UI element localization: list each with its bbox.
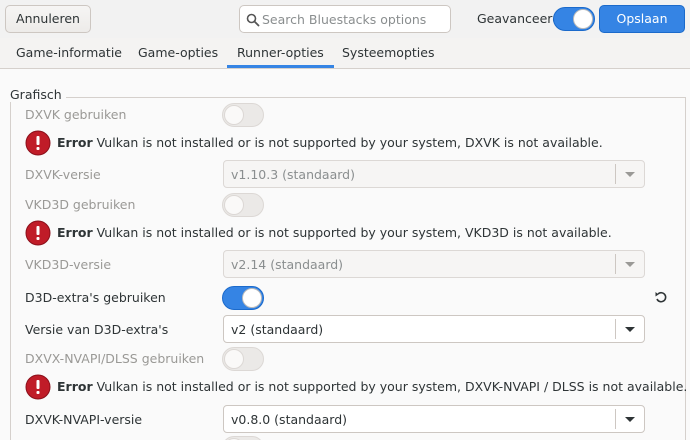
vkd3d-error-message: Vulkan is not installed or is not suppor…: [96, 225, 612, 240]
section-title: Grafisch: [10, 87, 66, 102]
error-icon: [25, 374, 51, 400]
tab-runner-options[interactable]: Runner-opties: [227, 38, 334, 68]
nvapi-version-value: v0.8.0 (standaard): [231, 412, 348, 427]
nvapi-use-label: DXVX-NVAPI/DLSS gebruiken: [25, 351, 205, 366]
tab-game-options[interactable]: Game-opties: [138, 38, 218, 68]
chevron-down-icon: [625, 327, 635, 332]
dxvk-version-label: DXVK-versie: [25, 167, 101, 182]
search-icon: [246, 13, 260, 27]
d3d-extras-version-select[interactable]: v2 (standaard): [223, 315, 645, 343]
chevron-down-icon: [625, 172, 635, 177]
options-content: Grafisch DXVK gebruiken Error Vulkan is …: [0, 69, 690, 440]
dxvk-error-message: Vulkan is not installed or is not suppor…: [96, 135, 603, 150]
cancel-button[interactable]: Annuleren: [5, 5, 91, 33]
vkd3d-version-select[interactable]: v2.14 (standaard): [223, 250, 645, 278]
d3d-extras-toggle[interactable]: [222, 286, 264, 310]
nvapi-version-label: DXVK-NVAPI-versie: [25, 412, 143, 427]
vkd3d-version-value: v2.14 (standaard): [231, 257, 344, 272]
tab-game-info[interactable]: Game-informatie: [16, 38, 122, 68]
dxvk-use-label: DXVK gebruiken: [25, 107, 127, 122]
search-input[interactable]: [262, 9, 447, 29]
header-bar: Annuleren Geavanceerd Opslaan: [0, 0, 690, 38]
advanced-label: Geavanceerd: [477, 11, 561, 26]
dxvk-version-select[interactable]: v1.10.3 (standaard): [223, 160, 645, 188]
dxvk-error-title: Error: [57, 135, 93, 150]
tab-system-options[interactable]: Systeemopties: [342, 38, 434, 68]
vkd3d-error-title: Error: [57, 225, 93, 240]
dxvk-version-value: v1.10.3 (standaard): [231, 167, 355, 182]
vkd3d-use-label: VKD3D gebruiken: [25, 197, 136, 212]
nvapi-error-title: Error: [57, 379, 93, 394]
nvapi-error-message: Vulkan is not installed or is not suppor…: [96, 379, 688, 394]
vkd3d-version-label: VKD3D-versie: [25, 257, 112, 272]
search-field[interactable]: [239, 5, 451, 33]
next-option-toggle[interactable]: [222, 436, 264, 440]
error-icon: [25, 220, 51, 246]
chevron-down-icon: [625, 262, 635, 267]
reset-icon[interactable]: [654, 290, 668, 304]
vkd3d-use-toggle[interactable]: [222, 193, 264, 217]
d3d-extras-version-value: v2 (standaard): [231, 322, 324, 337]
chevron-down-icon: [625, 417, 635, 422]
dxvk-use-toggle[interactable]: [222, 103, 264, 127]
nvapi-version-select[interactable]: v0.8.0 (standaard): [223, 405, 645, 433]
advanced-toggle[interactable]: [553, 7, 595, 31]
nvapi-use-toggle[interactable]: [222, 347, 264, 371]
tab-bar: Game-informatie Game-opties Runner-optie…: [0, 38, 690, 69]
error-icon: [25, 130, 51, 156]
d3d-extras-version-label: Versie van D3D-extra's: [25, 322, 169, 337]
save-button[interactable]: Opslaan: [599, 5, 685, 33]
d3d-extras-use-label: D3D-extra's gebruiken: [25, 290, 166, 305]
